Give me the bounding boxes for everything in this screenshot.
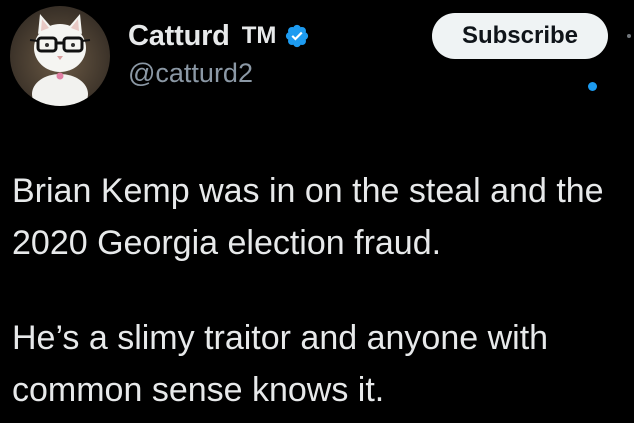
author-name-row: Catturd TM: [128, 16, 310, 56]
subscribe-button[interactable]: Subscribe: [432, 13, 608, 59]
author-display-name[interactable]: Catturd: [128, 20, 230, 53]
author-handle[interactable]: @catturd2: [128, 58, 253, 89]
trademark-label: TM: [241, 22, 277, 49]
cat-avatar-icon: [29, 14, 91, 106]
tweet-paragraph: Brian Kemp was in on the steal and the 2…: [12, 172, 604, 262]
tweet-body: Brian Kemp was in on the steal and the 2…: [12, 165, 627, 416]
avatar[interactable]: [10, 6, 110, 106]
tweet-card: Catturd TM @catturd2 Subscribe Brian Kem…: [0, 0, 634, 423]
verified-badge-icon: [286, 24, 309, 48]
more-options-icon[interactable]: [627, 34, 631, 38]
tweet-paragraph: He’s a slimy traitor and anyone with com…: [12, 319, 549, 409]
unread-indicator-icon: [588, 82, 597, 91]
